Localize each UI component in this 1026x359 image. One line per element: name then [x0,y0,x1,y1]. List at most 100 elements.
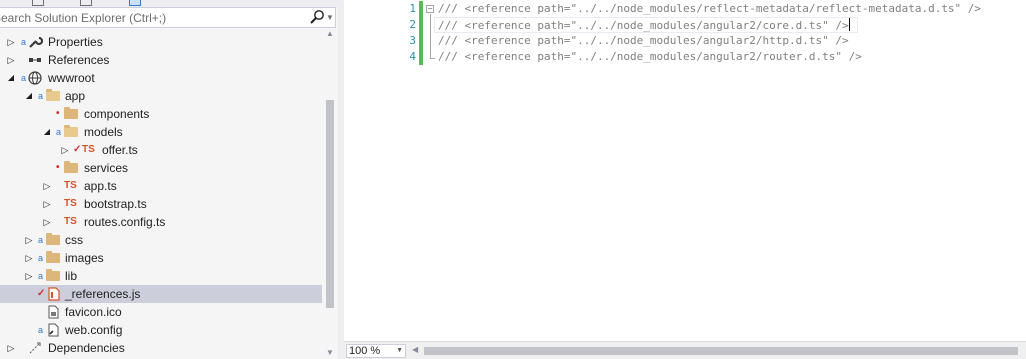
tree-item-label: References [48,53,110,67]
expand-arrow-icon[interactable]: ▷ [42,213,52,231]
tree-item-label: components [84,107,150,121]
code-line[interactable]: /// <reference path="../../node_modules/… [438,33,849,49]
tree-item-wwwroot[interactable]: ◢ a wwwroot [0,69,322,87]
tree-item-favicon-ico[interactable]: favicon.ico [0,303,322,321]
line-number: 4 [409,50,416,63]
folder-icon [46,233,62,247]
dependencies-icon [29,342,41,354]
expand-arrow-icon[interactable]: ▷ [6,339,16,357]
code-line[interactable]: /// <reference path="../../node_modules/… [438,1,981,17]
line-number: 3 [409,34,416,47]
expand-arrow-icon[interactable]: ▷ [60,141,70,159]
text-caret [848,18,850,31]
folder-icon [46,269,62,283]
excluded-marker-icon: • [56,162,60,173]
zoom-dropdown[interactable]: 100 % ▼ [346,344,406,358]
expand-arrow-icon[interactable]: ▷ [24,249,34,267]
code-line[interactable]: /// <reference path="../../node_modules/… [438,49,862,65]
tree-item-label: models [84,125,123,139]
typescript-icon: TS [64,180,77,191]
scroll-down-icon[interactable]: ▼ [326,348,334,357]
tree-item-models-folder[interactable]: ◢ a models [0,123,322,141]
scroll-left-icon[interactable]: ◀ [412,345,420,354]
tree-item-css-folder[interactable]: ▷ a css [0,231,322,249]
tree-item-references[interactable]: ▷ References [0,51,322,69]
tree-item-label: Properties [48,35,103,49]
line-number: 1 [409,2,416,15]
tree-item-images-folder[interactable]: ▷ a images [0,249,322,267]
expand-arrow-icon[interactable]: ▷ [6,33,16,51]
tree-item-app-ts[interactable]: ▷ TS app.ts [0,177,322,195]
typescript-icon: TS [64,216,77,227]
tree-item-label: app.ts [84,179,117,193]
tree-item-routes-config-ts[interactable]: ▷ TS routes.config.ts [0,213,322,231]
solution-explorer: ▼ ▷ a Properties ▷ References [0,0,338,359]
lock-icon: a [38,325,44,335]
search-input[interactable] [0,8,293,27]
lock-icon: a [38,91,44,101]
expand-arrow-icon[interactable]: ▷ [24,231,34,249]
code-text: /// <reference path="../../node_modules/… [438,2,982,15]
code-editor[interactable]: 1 2 3 4 − /// <reference path="../../nod… [344,0,1026,359]
tree-item-label: routes.config.ts [84,215,166,229]
tree-item-label: bootstrap.ts [84,197,147,211]
expand-arrow-icon[interactable]: ▷ [6,51,16,69]
lock-icon: a [38,253,44,263]
tree-item-dependencies[interactable]: ▷ Dependencies [0,339,322,357]
tree-item-web-config[interactable]: a web.config [0,321,322,339]
references-icon [29,58,41,62]
folder-icon [64,161,80,175]
tree-item-services-folder[interactable]: • services [0,159,322,177]
tree-item-properties[interactable]: ▷ a Properties [0,33,322,51]
zoom-value: 100 % [349,345,381,357]
typescript-icon: TS [82,144,95,155]
collapse-arrow-icon[interactable]: ◢ [42,123,52,141]
js-file-icon [48,287,60,301]
tree-item-components-folder[interactable]: • components [0,105,322,123]
outline-guide-end [430,58,435,59]
expand-arrow-icon[interactable]: ▷ [42,177,52,195]
tree-item-bootstrap-ts[interactable]: ▷ TS bootstrap.ts [0,195,322,213]
tree-item-label: wwwroot [48,71,95,85]
checkout-check-icon: ✓ [73,144,82,155]
collapse-arrow-icon[interactable]: ◢ [24,87,34,105]
solution-explorer-scrollbar[interactable]: ▲ ▼ [322,28,338,359]
code-line-current[interactable]: /// <reference path="../../node_modules/… [434,17,858,33]
expand-arrow-icon[interactable]: ▷ [24,267,34,285]
lock-icon: a [38,271,44,281]
visual-studio-window: ▼ ▷ a Properties ▷ References [0,0,1026,359]
tree-item-references-js[interactable]: ✓ _references.js [0,285,322,303]
tree-item-label: _references.js [65,287,141,301]
code-text: /// <reference path="../../node_modules/… [438,19,849,32]
tree-item-app-folder[interactable]: ◢ a app [0,87,322,105]
toolbar-button[interactable] [32,0,44,6]
folder-icon [64,107,80,121]
horizontal-scrollbar-thumb[interactable] [424,347,1018,355]
tree-item-offer-ts[interactable]: ▷ ✓ TS offer.ts [0,141,322,159]
typescript-icon: TS [64,198,77,209]
toolbar-button[interactable] [80,0,92,6]
collapse-arrow-icon[interactable]: ◢ [6,69,16,87]
tree-item-label: images [65,251,104,265]
image-file-icon [48,305,59,319]
tree-item-label: app [65,89,86,103]
tree-item-lib-folder[interactable]: ▷ a lib [0,267,322,285]
expand-arrow-icon[interactable]: ▷ [42,195,52,213]
lock-icon: a [56,127,62,137]
search-box: ▼ [0,7,336,28]
code-text: /// <reference path="../../node_modules/… [438,34,849,47]
checkout-check-icon: ✓ [37,288,46,299]
folder-icon [46,251,62,265]
wrench-icon [29,36,43,48]
globe-icon [28,71,42,85]
scroll-up-icon[interactable]: ▲ [326,29,334,38]
search-options-dropdown-icon[interactable]: ▼ [326,10,336,25]
collapse-region-icon[interactable]: − [426,5,434,13]
scrollbar-thumb[interactable] [326,100,334,308]
search-icon[interactable] [308,9,326,26]
tree-item-label: css [65,233,83,247]
tree-item-label: Dependencies [48,341,125,355]
line-number-gutter: 1 2 3 4 [344,0,416,341]
toolbar-button-active[interactable] [129,0,141,6]
change-tracking-bar [419,1,423,65]
